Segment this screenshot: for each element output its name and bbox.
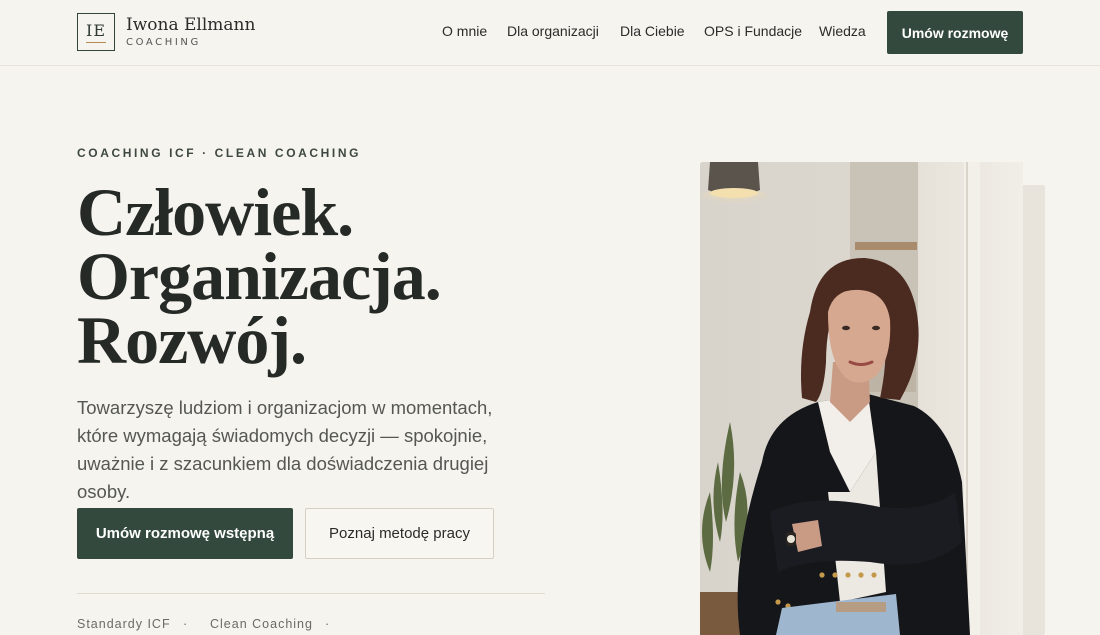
standard-clean-coaching: Clean Coaching	[210, 617, 313, 631]
hero-lead: Towarzyszę ludziom i organizacjom w mome…	[77, 397, 493, 502]
nav-item-wiedza[interactable]: Wiedza	[819, 22, 866, 40]
hero-divider	[77, 593, 545, 594]
portrait-illustration	[700, 162, 1023, 635]
standards-separator: ·	[325, 617, 331, 631]
hero-eyebrow: COACHING ICF · CLEAN COACHING	[77, 146, 362, 160]
hero-headline: Człowiek. Organizacja. Rozwój.	[77, 174, 442, 378]
nav-item-o-mnie[interactable]: O mnie	[442, 22, 487, 40]
learn-method-button[interactable]: Poznaj metodę pracy	[305, 508, 494, 559]
nav-item-dla-ciebie[interactable]: Dla Ciebie	[620, 22, 685, 40]
book-intro-call-button[interactable]: Umów rozmowę wstępną	[77, 508, 293, 559]
standard-icf: Standardy ICF	[77, 617, 171, 631]
nav-item-ops-i-fundacje[interactable]: OPS i Fundacje	[704, 22, 802, 40]
headline-line-1: Człowiek.	[77, 174, 354, 250]
headline-line-3: Rozwój.	[77, 302, 307, 378]
portrait-photo	[700, 162, 1023, 635]
headline-line-2: Organizacja.	[77, 238, 442, 314]
site-header: IE Iwona Ellmann COACHING O mnie Dla org…	[0, 0, 1100, 66]
standards-separator: ·	[183, 617, 189, 631]
nav-item-dla-organizacji[interactable]: Dla organizacji	[507, 22, 599, 40]
book-call-button[interactable]: Umów rozmowę	[887, 11, 1023, 54]
